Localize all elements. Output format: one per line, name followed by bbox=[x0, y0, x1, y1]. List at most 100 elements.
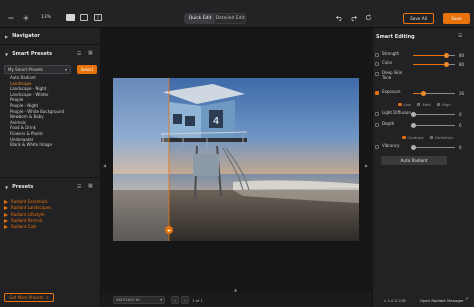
depth-mode-option-label: Definition bbox=[435, 135, 454, 140]
slider-label: Color bbox=[382, 60, 393, 65]
selected-group-label: My Smart Presets bbox=[8, 67, 44, 72]
exposure-mode-option-label: Med bbox=[422, 102, 431, 107]
slider-enable-checkbox[interactable] bbox=[375, 112, 379, 116]
radio-icon bbox=[416, 102, 421, 107]
smart-presets-header[interactable]: ▼ Smart Presets bbox=[5, 51, 52, 57]
slider-knob[interactable] bbox=[410, 112, 416, 117]
zoom-in-icon[interactable] bbox=[23, 15, 29, 21]
slider-enable-checkbox[interactable] bbox=[375, 72, 379, 76]
exposure-mode-option-label: Low bbox=[403, 102, 411, 107]
open-radiant-manager-link[interactable]: Open Radiant Manager bbox=[420, 298, 464, 303]
next-image-button[interactable]: › bbox=[181, 296, 189, 304]
chevron-right-icon: › bbox=[184, 297, 186, 303]
top-toolbar: 13% Quick Edit Detailed Edit Save All Sa… bbox=[0, 0, 474, 28]
navigator-header[interactable]: ▶ Navigator bbox=[5, 33, 40, 39]
zoom-level: 13% bbox=[41, 15, 52, 20]
smart-presets-title: Smart Presets bbox=[12, 51, 53, 57]
external-link-icon[interactable]: ↗ bbox=[465, 297, 469, 302]
previous-image-button[interactable]: ‹ bbox=[171, 296, 179, 304]
slider-track[interactable] bbox=[413, 62, 455, 67]
tab-quick-edit[interactable]: Quick Edit bbox=[185, 14, 215, 23]
version-label: v 1.0.0.218 bbox=[384, 298, 406, 303]
collapse-arrow-icon: ▼ bbox=[5, 184, 9, 190]
presets-title: Presets bbox=[12, 184, 34, 190]
slider-track[interactable] bbox=[410, 123, 455, 128]
slider-value: 0 bbox=[459, 145, 462, 150]
radio-icon bbox=[398, 102, 402, 107]
slider-enable-checkbox[interactable] bbox=[375, 91, 379, 95]
slider-value: 26 bbox=[459, 91, 465, 96]
smart-preset-item[interactable]: Black & White Image bbox=[10, 142, 98, 148]
compare-view-icon[interactable] bbox=[66, 14, 75, 21]
divider bbox=[0, 177, 101, 178]
edit-mode-switch: Quick Edit Detailed Edit bbox=[184, 13, 246, 24]
slider-track[interactable] bbox=[413, 53, 455, 58]
page-indicator: 1 of 1 bbox=[192, 298, 203, 303]
slider-label: Strength bbox=[382, 51, 400, 56]
slider-enable-checkbox[interactable] bbox=[375, 145, 379, 149]
slider-knob[interactable] bbox=[410, 123, 416, 128]
more-options-icon[interactable]: ☰ bbox=[458, 33, 462, 39]
smart-preset-list: Auto Radiant Landscape Landscape - Night La… bbox=[10, 75, 98, 148]
slider-fill bbox=[413, 55, 447, 56]
get-more-presets-button[interactable]: Get More Presets ↗ bbox=[4, 293, 54, 302]
slider-enable-checkbox[interactable] bbox=[375, 62, 379, 66]
slider-label: Vibrancy bbox=[382, 143, 400, 148]
smart-preset-group-dropdown[interactable]: My Smart Presets ▾ bbox=[4, 65, 71, 74]
bottom-collapse-arrow-icon[interactable]: ▲ bbox=[234, 287, 237, 292]
split-view-icon[interactable] bbox=[94, 14, 102, 21]
presets-header[interactable]: ▼ Presets bbox=[5, 184, 33, 190]
auto-radiant-button[interactable]: Auto Radiant bbox=[381, 156, 447, 165]
slider-track[interactable] bbox=[413, 91, 455, 96]
slider-knob[interactable] bbox=[410, 145, 416, 150]
slider-track[interactable] bbox=[410, 112, 455, 117]
photo-preview[interactable]: 4 ◂▸ bbox=[113, 78, 359, 241]
auto-radiant-label: Auto Radiant bbox=[400, 158, 428, 163]
slider-value: 0 bbox=[459, 123, 462, 128]
save-button[interactable]: Save bbox=[443, 13, 470, 24]
depth-mode-option[interactable]: Definition bbox=[429, 135, 454, 140]
list-view-icon[interactable]: ☰ bbox=[77, 184, 81, 190]
redo-icon[interactable] bbox=[350, 15, 357, 21]
save-all-button[interactable]: Save All bbox=[403, 13, 434, 24]
reset-icon[interactable] bbox=[365, 14, 372, 21]
chevron-down-icon: ▾ bbox=[160, 298, 162, 302]
exposure-mode-options: Low Med High bbox=[398, 102, 451, 107]
undo-icon[interactable] bbox=[336, 15, 343, 21]
select-label: Select bbox=[80, 67, 94, 72]
exposure-mode-option[interactable]: High bbox=[436, 102, 451, 107]
tab-detailed-edit[interactable]: Detailed Edit bbox=[215, 14, 245, 23]
slider-enable-checkbox[interactable] bbox=[375, 53, 379, 57]
depth-mode-options: Contrast Definition bbox=[402, 135, 454, 140]
slider-label: Exposure bbox=[382, 89, 401, 94]
exposure-mode-option-label: High bbox=[442, 102, 451, 107]
save-all-label: Save All bbox=[410, 16, 427, 21]
exposure-mode-option[interactable]: Med bbox=[416, 102, 431, 107]
grid-view-icon[interactable]: ▦ bbox=[88, 183, 93, 189]
depth-mode-option-label: Contrast bbox=[407, 135, 424, 140]
exposure-mode-option[interactable]: Low bbox=[398, 102, 411, 107]
zoom-out-icon[interactable] bbox=[8, 15, 14, 21]
smart-editing-title: Smart Editing bbox=[376, 34, 415, 40]
preset-folder-label: Radiant Cats bbox=[11, 224, 37, 230]
right-collapse-arrow-icon[interactable]: ▶ bbox=[365, 163, 368, 168]
depth-mode-option[interactable]: Contrast bbox=[402, 135, 424, 140]
divider bbox=[0, 44, 101, 45]
collapse-arrow-icon: ▼ bbox=[5, 51, 9, 57]
grid-view-icon[interactable]: ▦ bbox=[88, 50, 93, 56]
file-name: DSCF1007.tif bbox=[116, 298, 140, 302]
get-more-label: Get More Presets bbox=[9, 295, 44, 300]
slider-fill bbox=[413, 64, 447, 65]
radio-icon bbox=[429, 135, 434, 140]
select-button[interactable]: Select bbox=[77, 65, 97, 74]
slider-track[interactable] bbox=[410, 145, 455, 150]
save-label: Save bbox=[451, 16, 462, 21]
slider-label: Deep Skin Tone bbox=[382, 70, 403, 80]
radio-icon bbox=[402, 135, 406, 140]
file-name-dropdown[interactable]: DSCF1007.tif ▾ bbox=[113, 296, 165, 304]
slider-enable-checkbox[interactable] bbox=[375, 123, 379, 127]
list-view-icon[interactable]: ☰ bbox=[77, 51, 81, 57]
left-collapse-arrow-icon[interactable]: ◀ bbox=[103, 163, 106, 168]
preset-folder-item[interactable]: Radiant Cats bbox=[4, 224, 94, 230]
single-view-icon[interactable] bbox=[80, 14, 88, 21]
